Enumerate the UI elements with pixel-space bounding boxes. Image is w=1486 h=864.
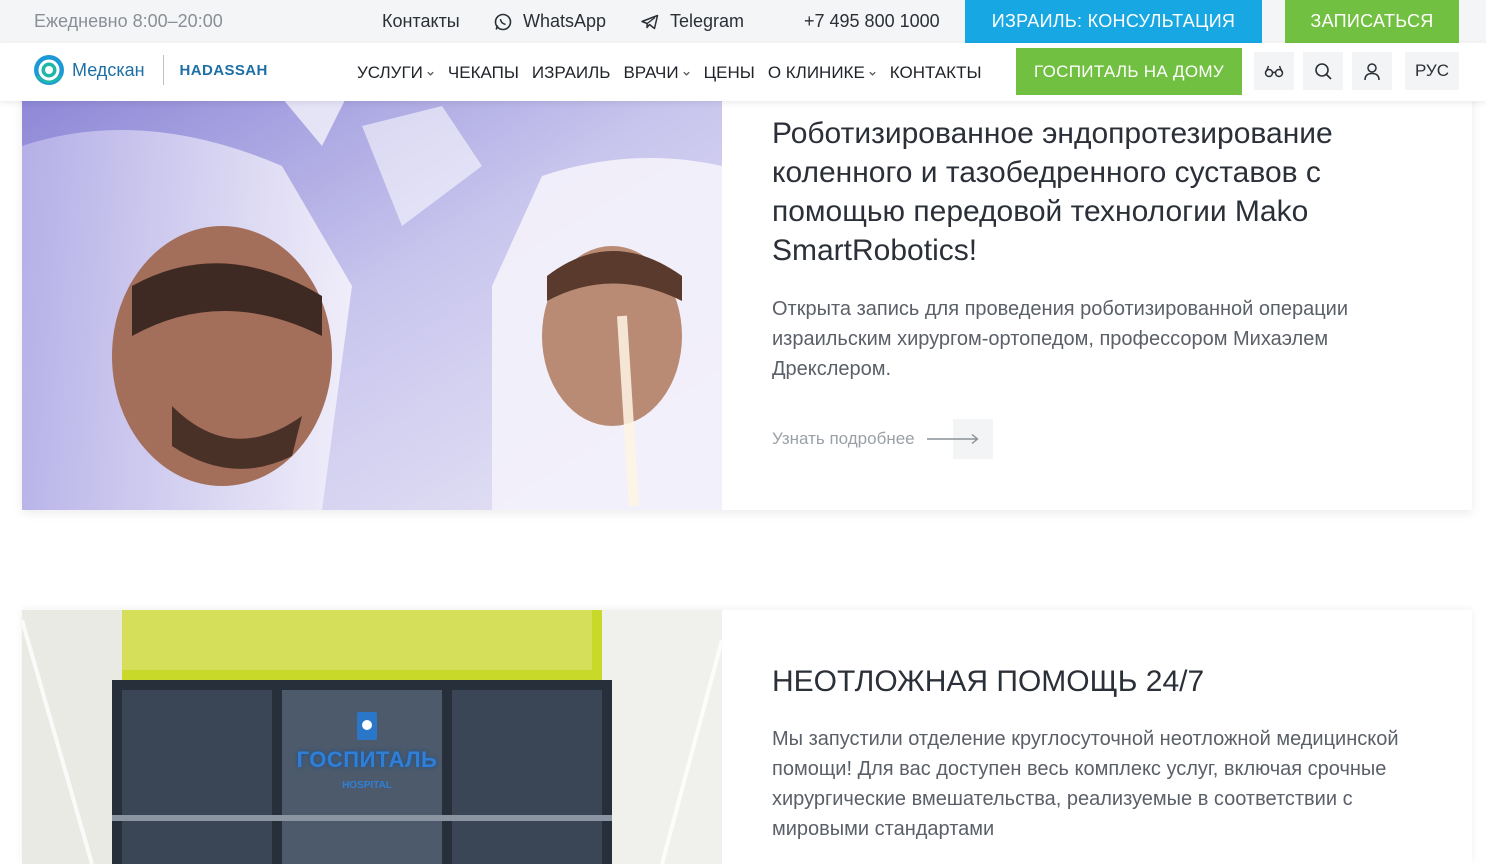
working-hours: Ежедневно 8:00–20:00 [34, 11, 223, 31]
menu-item-label: ВРАЧИ [623, 63, 679, 82]
card-title: НЕОТЛОЖНАЯ ПОМОЩЬ 24/7 [772, 665, 1205, 698]
phone-link[interactable]: +7 495 800 1000 [804, 11, 940, 32]
arrow-right-icon [926, 419, 993, 459]
accessibility-button[interactable] [1254, 52, 1294, 90]
surgeons-photo [22, 86, 722, 510]
contacts-link-label: Контакты [382, 11, 460, 31]
card-title: Роботизированное эндопротезирование коле… [772, 117, 1333, 267]
contacts-link[interactable]: Контакты [382, 11, 460, 32]
hospital-sign: ГОСПИТАЛЬ [296, 747, 438, 772]
hospital-building-illustration [22, 610, 722, 864]
menu-item-checkups[interactable]: ЧЕКАПЫ [448, 63, 519, 83]
menu-item-label: О КЛИНИКЕ [767, 63, 865, 82]
top-bar: Ежедневно 8:00–20:00 Контакты WhatsApp T… [0, 0, 1486, 43]
menu-item-label: УСЛУГИ [357, 63, 423, 82]
logo-partner: HADASSAH [179, 61, 268, 79]
whatsapp-label: WhatsApp [523, 11, 607, 31]
main-header: Медскан HADASSAH УСЛУГИ ЧЕКАПЫ ИЗРАИЛЬ В… [0, 43, 1486, 101]
menu-item-label: ЦЕНЫ [703, 63, 755, 82]
menu-item-label: ИЗРАИЛЬ [531, 63, 611, 82]
search-icon [1314, 62, 1332, 80]
israel-consultation-button[interactable]: ИЗРАИЛЬ: КОНСУЛЬТАЦИЯ [965, 0, 1262, 43]
card-description: Открыта запись для проведения роботизиро… [772, 298, 1349, 380]
menu-item-israel[interactable]: ИЗРАИЛЬ [532, 63, 611, 83]
surgeons-illustration [22, 86, 722, 510]
user-icon [1364, 62, 1380, 80]
learn-more-link[interactable]: Узнать подробнее [772, 419, 993, 459]
whatsapp-link[interactable]: WhatsApp [493, 11, 606, 32]
chevron-down-icon [682, 71, 690, 76]
menu-item-about[interactable]: О КЛИНИКЕ [768, 63, 877, 83]
menu-item-label: КОНТАКТЫ [889, 63, 982, 82]
telegram-link[interactable]: Telegram [640, 11, 744, 32]
language-switcher[interactable]: РУС [1405, 52, 1459, 90]
logo[interactable]: Медскан HADASSAH [33, 53, 268, 87]
medscan-logo-icon [34, 55, 64, 85]
signup-button[interactable]: ЗАПИСАТЬСЯ [1285, 0, 1459, 43]
promo-card-emergency: ГОСПИТАЛЬ HOSPITAL НЕОТЛОЖНАЯ ПОМОЩЬ 24/… [22, 610, 1472, 864]
search-button[interactable] [1303, 52, 1343, 90]
chevron-down-icon [869, 71, 876, 76]
logo-text: Медскан [72, 59, 145, 80]
whatsapp-icon [494, 13, 512, 30]
menu-item-prices[interactable]: ЦЕНЫ [704, 63, 755, 83]
logo-divider [162, 55, 164, 85]
telegram-icon [641, 14, 659, 29]
hospital-sign-sub: HOSPITAL [342, 780, 392, 791]
menu-item-label: ЧЕКАПЫ [447, 63, 519, 82]
hospital-at-home-button[interactable]: ГОСПИТАЛЬ НА ДОМУ [1016, 48, 1242, 95]
account-button[interactable] [1352, 52, 1392, 90]
hospital-photo: ГОСПИТАЛЬ HOSPITAL [22, 610, 722, 864]
promo-card-robotics: Роботизированное эндопротезирование коле… [22, 86, 1472, 510]
menu-item-doctors[interactable]: ВРАЧИ [623, 63, 690, 83]
chevron-down-icon [427, 71, 434, 76]
phone-number: +7 495 800 1000 [804, 11, 940, 31]
learn-more-label: Узнать подробнее [772, 429, 915, 448]
main-menu: УСЛУГИ ЧЕКАПЫ ИЗРАИЛЬ ВРАЧИ ЦЕНЫ О КЛИНИ… [357, 63, 982, 83]
menu-item-contacts[interactable]: КОНТАКТЫ [890, 63, 982, 83]
telegram-label: Telegram [670, 11, 745, 31]
glasses-icon [1264, 65, 1284, 78]
card-description: Мы запустили отделение круглосуточной не… [772, 728, 1399, 840]
menu-item-services[interactable]: УСЛУГИ [357, 63, 435, 83]
